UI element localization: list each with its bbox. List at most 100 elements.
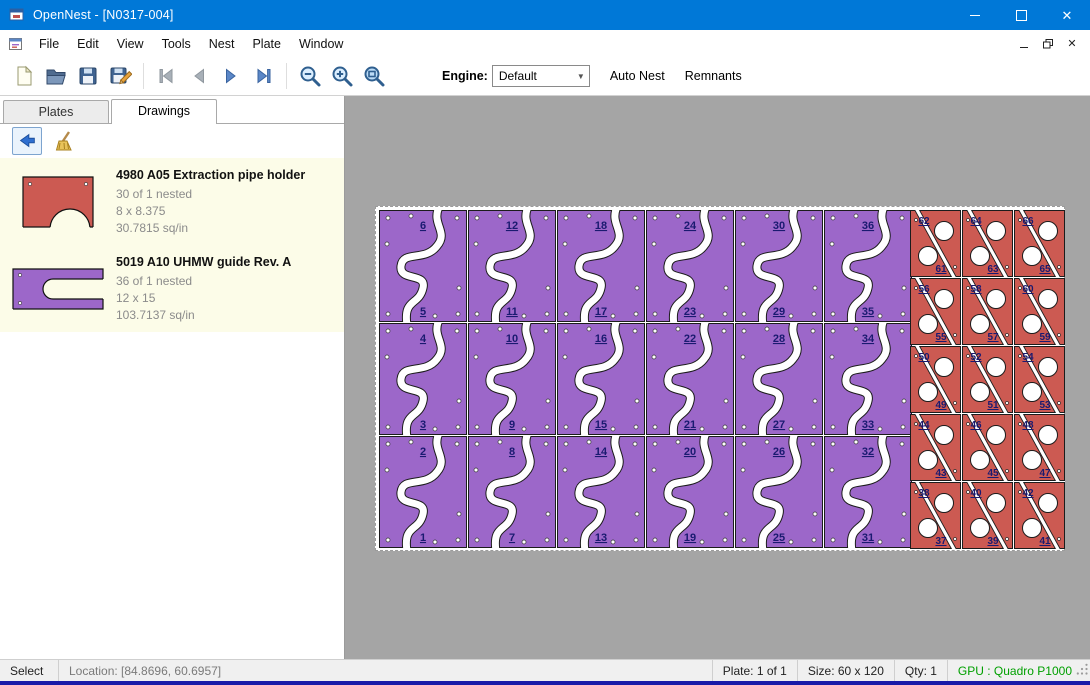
drawing-list-item[interactable]: 4980 A05 Extraction pipe holder 30 of 1 … xyxy=(0,158,344,245)
clear-drawings-button[interactable] xyxy=(52,128,80,154)
minimize-button[interactable] xyxy=(952,0,998,30)
zoom-in-button[interactable] xyxy=(326,60,358,92)
nest-canvas[interactable]: 6 5 12 11 18 17 24 23 30 29 xyxy=(345,96,1090,660)
nested-pair[interactable]: 24 23 xyxy=(646,210,734,322)
svg-text:40: 40 xyxy=(970,488,982,499)
nested-pair[interactable]: 48 47 xyxy=(1014,414,1065,481)
close-button[interactable]: ✕ xyxy=(1044,0,1090,30)
engine-label: Engine: xyxy=(442,69,488,83)
menu-plate[interactable]: Plate xyxy=(243,33,290,55)
resize-grip-icon[interactable] xyxy=(1076,663,1089,679)
drawing-nested-count: 30 of 1 nested xyxy=(116,186,305,203)
nested-pair[interactable]: 36 35 xyxy=(824,210,912,322)
nested-pair[interactable]: 18 17 xyxy=(557,210,645,322)
svg-text:27: 27 xyxy=(773,419,785,431)
zoom-out-button[interactable] xyxy=(294,60,326,92)
mdi-minimize-button[interactable] xyxy=(1012,30,1036,57)
reload-drawings-button[interactable] xyxy=(12,127,42,155)
nested-pair[interactable]: 44 43 xyxy=(910,414,961,481)
engine-select[interactable]: Default ▼ xyxy=(492,65,590,87)
nested-pair[interactable]: 58 57 xyxy=(962,278,1013,345)
nested-pair[interactable]: 50 49 xyxy=(910,346,961,413)
nested-pair[interactable]: 26 25 xyxy=(735,436,823,548)
nested-pair[interactable]: 4 3 xyxy=(379,323,467,435)
nested-pair[interactable]: 46 45 xyxy=(962,414,1013,481)
menu-tools[interactable]: Tools xyxy=(153,33,200,55)
nested-pair[interactable]: 56 55 xyxy=(910,278,961,345)
svg-text:9: 9 xyxy=(509,419,515,431)
nested-pair[interactable]: 42 41 xyxy=(1014,482,1065,549)
remnants-button[interactable]: Remnants xyxy=(675,64,752,88)
nested-pair[interactable]: 66 65 xyxy=(1014,210,1065,277)
nested-pair[interactable]: 54 53 xyxy=(1014,346,1065,413)
svg-text:56: 56 xyxy=(918,284,930,295)
nested-pair[interactable]: 60 59 xyxy=(1014,278,1065,345)
menu-view[interactable]: View xyxy=(108,33,153,55)
svg-text:34: 34 xyxy=(862,333,875,345)
nested-pair[interactable]: 28 27 xyxy=(735,323,823,435)
svg-text:15: 15 xyxy=(595,419,607,431)
svg-text:28: 28 xyxy=(773,333,785,345)
svg-text:61: 61 xyxy=(935,264,947,275)
app-icon xyxy=(9,7,25,23)
nested-pair[interactable]: 16 15 xyxy=(557,323,645,435)
drawing-thumbnail-red xyxy=(6,166,110,237)
nav-last-button[interactable] xyxy=(247,60,279,92)
svg-text:18: 18 xyxy=(595,220,607,232)
mdi-restore-button[interactable] xyxy=(1036,30,1060,57)
save-as-button[interactable] xyxy=(104,60,136,92)
status-location: Location: [84.8696, 60.6957] xyxy=(58,660,231,681)
nested-pair[interactable]: 38 37 xyxy=(910,482,961,549)
drawing-area: 30.7815 sq/in xyxy=(116,220,305,237)
nav-prev-button[interactable] xyxy=(183,60,215,92)
svg-text:43: 43 xyxy=(935,468,947,479)
nested-pair[interactable]: 52 51 xyxy=(962,346,1013,413)
menu-nest[interactable]: Nest xyxy=(200,33,244,55)
svg-text:11: 11 xyxy=(506,306,518,318)
svg-text:10: 10 xyxy=(506,333,518,345)
nested-pair[interactable]: 14 13 xyxy=(557,436,645,548)
nested-pair[interactable]: 12 11 xyxy=(468,210,556,322)
auto-nest-button[interactable]: Auto Nest xyxy=(600,64,675,88)
svg-text:19: 19 xyxy=(684,532,696,544)
nested-pair[interactable]: 62 61 xyxy=(910,210,961,277)
maximize-button[interactable] xyxy=(998,0,1044,30)
mdi-close-button[interactable]: ✕ xyxy=(1060,30,1084,57)
nested-pair[interactable]: 22 21 xyxy=(646,323,734,435)
svg-text:48: 48 xyxy=(1022,420,1034,431)
nested-pair[interactable]: 30 29 xyxy=(735,210,823,322)
nested-pair[interactable]: 8 7 xyxy=(468,436,556,548)
chevron-down-icon[interactable]: ▼ xyxy=(573,66,589,86)
new-page-icon xyxy=(12,64,36,88)
svg-text:54: 54 xyxy=(1022,352,1034,363)
drawings-toolbar xyxy=(0,124,344,158)
status-gpu: GPU : Quadro P1000 xyxy=(947,660,1090,681)
nav-first-button[interactable] xyxy=(151,60,183,92)
nested-pair[interactable]: 40 39 xyxy=(962,482,1013,549)
nested-pair[interactable]: 10 9 xyxy=(468,323,556,435)
menu-file[interactable]: File xyxy=(30,33,68,55)
nested-pair[interactable]: 20 19 xyxy=(646,436,734,548)
open-button[interactable] xyxy=(40,60,72,92)
plate[interactable]: 6 5 12 11 18 17 24 23 30 29 xyxy=(375,206,1065,551)
menu-edit[interactable]: Edit xyxy=(68,33,108,55)
open-folder-icon xyxy=(44,64,68,88)
drawing-list-item[interactable]: 5019 A10 UHMW guide Rev. A 36 of 1 neste… xyxy=(0,245,344,332)
menu-window[interactable]: Window xyxy=(290,33,352,55)
svg-text:1: 1 xyxy=(420,532,426,544)
nested-pair[interactable]: 34 33 xyxy=(824,323,912,435)
drawing-thumbnail-purple xyxy=(6,253,110,324)
save-button[interactable] xyxy=(72,60,104,92)
new-button[interactable] xyxy=(8,60,40,92)
nav-next-button[interactable] xyxy=(215,60,247,92)
svg-text:24: 24 xyxy=(684,220,697,232)
zoom-fit-button[interactable] xyxy=(358,60,390,92)
nested-pair[interactable]: 6 5 xyxy=(379,210,467,322)
svg-text:36: 36 xyxy=(862,220,874,232)
drawing-size: 8 x 8.375 xyxy=(116,203,305,220)
nested-pair[interactable]: 32 31 xyxy=(824,436,912,548)
nested-pair[interactable]: 2 1 xyxy=(379,436,467,548)
tab-plates[interactable]: Plates xyxy=(3,100,109,123)
nested-pair[interactable]: 64 63 xyxy=(962,210,1013,277)
tab-drawings[interactable]: Drawings xyxy=(111,99,217,124)
